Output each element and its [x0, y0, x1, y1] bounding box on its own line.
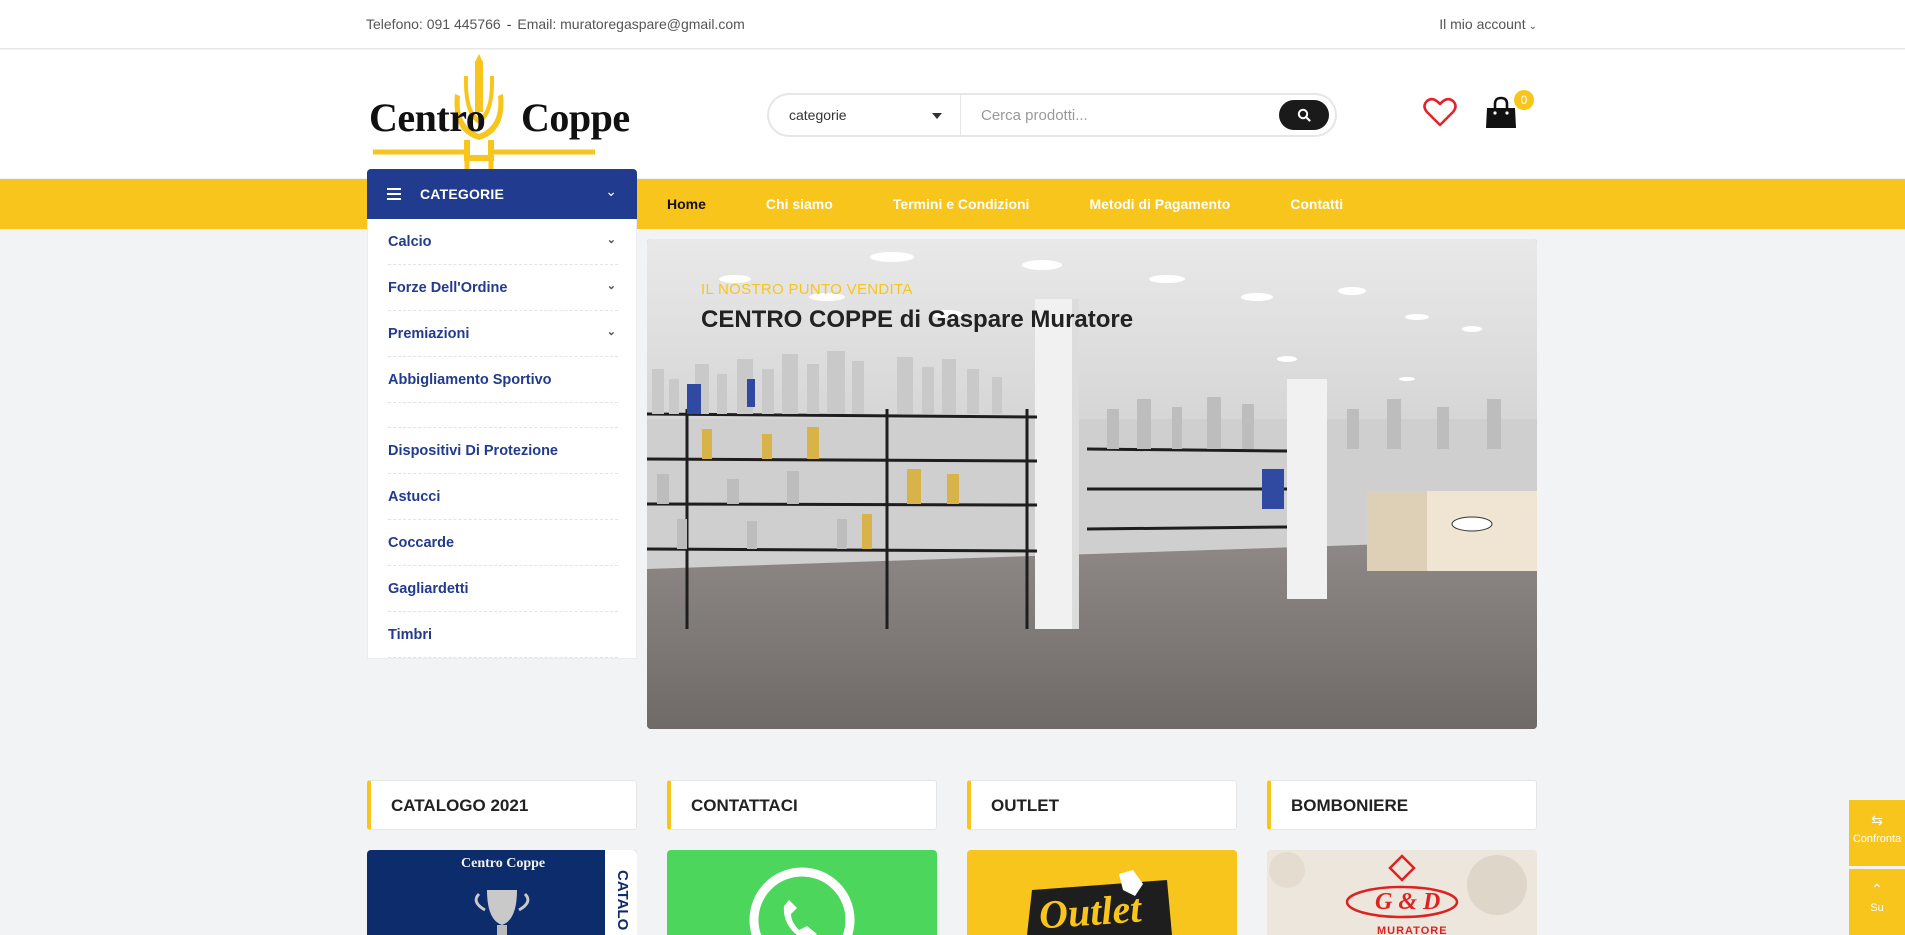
hero-slider[interactable]: IL NOSTRO PUNTO VENDITA CENTRO COPPE di … — [647, 239, 1537, 729]
compare-label: Confronta — [1852, 833, 1902, 845]
compare-button[interactable]: ⇆ Confronta — [1849, 800, 1905, 866]
category-item-empty[interactable] — [388, 403, 618, 428]
chevron-down-icon: ⌄ — [606, 234, 616, 246]
category-item-calcio[interactable]: Calcio ⌄ — [388, 219, 618, 265]
main-nav: Home Chi siamo Termini e Condizioni Meto… — [0, 179, 1905, 229]
category-item-dispositivi[interactable]: Dispositivi Di Protezione — [388, 428, 618, 474]
search-input[interactable] — [961, 95, 1271, 135]
catalogo-side-text: CATALO — [614, 870, 631, 931]
logo-word-left: Centro — [369, 95, 486, 140]
category-item-coccarde[interactable]: Coccarde — [388, 520, 618, 566]
caret-down-icon — [932, 113, 942, 119]
catalogo-brand: Centro Coppe — [461, 856, 546, 871]
section-title: CONTATTACI — [691, 796, 798, 815]
section-title: BOMBONIERE — [1291, 796, 1409, 815]
hero-headline: CENTRO COPPE di Gaspare Muratore — [701, 306, 1134, 333]
category-label: Dispositivi Di Protezione — [388, 443, 558, 459]
category-label: Coccarde — [388, 535, 455, 551]
site-logo[interactable]: Centro Coppe — [367, 54, 630, 170]
bomboniere-name: MURATORE — [1377, 925, 1448, 935]
whatsapp-tile[interactable] — [667, 850, 937, 935]
section-contattaci[interactable]: CONTATTACI — [667, 780, 937, 830]
category-label: Astucci — [388, 489, 441, 505]
cart-count-badge: 0 — [1514, 90, 1534, 110]
catalogo-tile[interactable]: Centro Coppe CATALO — [367, 850, 637, 935]
nav-home[interactable]: Home — [667, 179, 706, 229]
category-label: Forze Dell'Ordine — [388, 280, 508, 296]
section-outlet[interactable]: OUTLET — [967, 780, 1237, 830]
top-bar: Telefono: 091 445766- Email: muratoregasp… — [0, 0, 1905, 49]
category-list: Calcio ⌄ Forze Dell'Ordine ⌄ Premiazioni… — [367, 219, 637, 659]
my-account-label: Il mio account — [1439, 16, 1526, 32]
search-button[interactable] — [1279, 100, 1329, 130]
category-select[interactable]: categorie — [769, 95, 961, 135]
section-catalogo[interactable]: CATALOGO 2021 — [367, 780, 637, 830]
hero-eyebrow: IL NOSTRO PUNTO VENDITA — [701, 281, 913, 298]
back-to-top-label: Su — [1870, 902, 1884, 914]
category-label: Premiazioni — [388, 326, 470, 342]
chevron-down-icon: ⌄ — [606, 280, 616, 292]
chevron-down-icon: ⌄ — [605, 183, 617, 199]
nav-pagamento[interactable]: Metodi di Pagamento — [1089, 179, 1230, 229]
logo-word-right: Coppe — [521, 95, 630, 140]
nav-chi-siamo[interactable]: Chi siamo — [766, 179, 833, 229]
bomboniere-tile[interactable]: G & D MURATORE — [1267, 850, 1537, 935]
category-item-timbri[interactable]: Timbri — [388, 612, 618, 658]
back-to-top-button[interactable]: ⌃ Su — [1849, 869, 1905, 935]
category-label: Abbigliamento Sportivo — [388, 372, 552, 388]
categories-title: CATEGORIE — [420, 186, 504, 202]
category-item-astucci[interactable]: Astucci — [388, 474, 618, 520]
category-item-gagliardetti[interactable]: Gagliardetti — [388, 566, 618, 612]
categories-toggle[interactable]: CATEGORIE ⌄ — [367, 169, 637, 219]
chevron-down-icon: ⌄ — [1528, 21, 1537, 32]
category-item-premiazioni[interactable]: Premiazioni ⌄ — [388, 311, 618, 357]
chevron-down-icon: ⌄ — [606, 326, 616, 338]
search-icon — [1297, 108, 1311, 122]
category-label: Gagliardetti — [388, 581, 469, 597]
section-title: CATALOGO 2021 — [391, 796, 529, 815]
category-item-abbigliamento[interactable]: Abbigliamento Sportivo — [388, 357, 618, 403]
bomboniere-monogram: G & D — [1375, 889, 1441, 915]
compare-icon: ⇆ — [1871, 812, 1883, 828]
my-account-menu[interactable]: Il mio account ⌄ — [1439, 16, 1537, 32]
cart-button[interactable]: 0 — [1484, 90, 1534, 132]
category-label: Calcio — [388, 234, 432, 250]
menu-icon — [387, 188, 401, 203]
category-label: Timbri — [388, 627, 433, 643]
heart-icon — [1423, 97, 1457, 127]
wishlist-button[interactable] — [1423, 96, 1457, 128]
chevron-up-icon: ⌃ — [1871, 881, 1883, 897]
email-text: Email: muratoregaspare@gmail.com — [517, 16, 745, 32]
search-bar: categorie — [767, 93, 1337, 137]
section-bomboniere[interactable]: BOMBONIERE — [1267, 780, 1537, 830]
category-select-value: categorie — [789, 107, 847, 123]
outlet-word: Outlet — [1037, 885, 1143, 935]
nav-termini[interactable]: Termini e Condizioni — [893, 179, 1030, 229]
contact-info: Telefono: 091 445766- Email: muratoregasp… — [366, 16, 745, 32]
category-item-forze-ordine[interactable]: Forze Dell'Ordine ⌄ — [388, 265, 618, 311]
nav-contatti[interactable]: Contatti — [1290, 179, 1343, 229]
header: Centro Coppe categorie — [0, 50, 1905, 178]
outlet-tile[interactable]: Outlet — [967, 850, 1237, 935]
phone-text: Telefono: 091 445766 — [366, 16, 501, 32]
shopping-bag-icon — [1486, 96, 1516, 128]
contact-separator: - — [506, 16, 512, 32]
section-title: OUTLET — [991, 796, 1059, 815]
whatsapp-icon — [749, 867, 855, 935]
